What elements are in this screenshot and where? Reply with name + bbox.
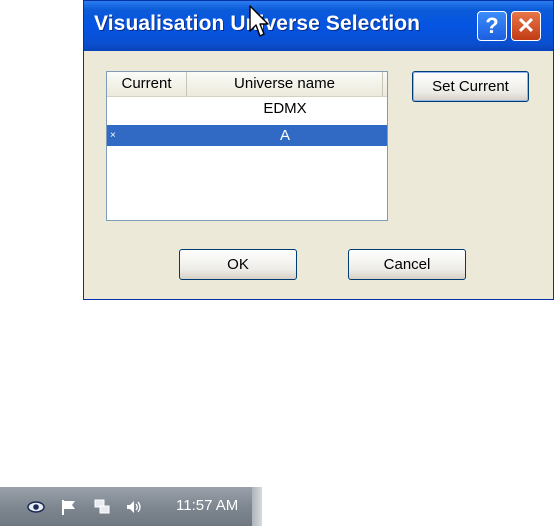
- list-header: Current Universe name: [107, 72, 387, 97]
- mouse-cursor-icon: [249, 5, 269, 37]
- universe-selection-dialog: Visualisation Universe Selection ? ✕ Cur…: [83, 0, 554, 300]
- universe-name: A: [279, 127, 290, 144]
- close-button[interactable]: ✕: [511, 11, 541, 41]
- column-header-current[interactable]: Current: [107, 72, 187, 96]
- set-current-button[interactable]: Set Current: [412, 71, 529, 102]
- speaker-icon[interactable]: [125, 498, 143, 516]
- taskbar-tray: 11:57 AM: [0, 487, 262, 526]
- cancel-button[interactable]: Cancel: [348, 249, 466, 280]
- eye-icon[interactable]: [27, 498, 45, 516]
- universe-name: EDMX: [263, 100, 307, 117]
- current-marker: ×: [110, 130, 116, 141]
- list-item-selected[interactable]: × A: [107, 125, 387, 146]
- list-item[interactable]: EDMX: [107, 98, 387, 119]
- ok-button[interactable]: OK: [179, 249, 297, 280]
- taskbar-clock[interactable]: 11:57 AM: [176, 497, 238, 514]
- column-header-universe-name[interactable]: Universe name: [187, 72, 383, 96]
- help-button[interactable]: ?: [477, 11, 507, 41]
- flag-icon[interactable]: [60, 498, 78, 516]
- title-bar[interactable]: Visualisation Universe Selection ? ✕: [84, 1, 553, 51]
- show-desktop-edge[interactable]: [252, 487, 262, 526]
- universe-list[interactable]: Current Universe name EDMX × A: [106, 71, 388, 221]
- network-icon[interactable]: [93, 498, 111, 516]
